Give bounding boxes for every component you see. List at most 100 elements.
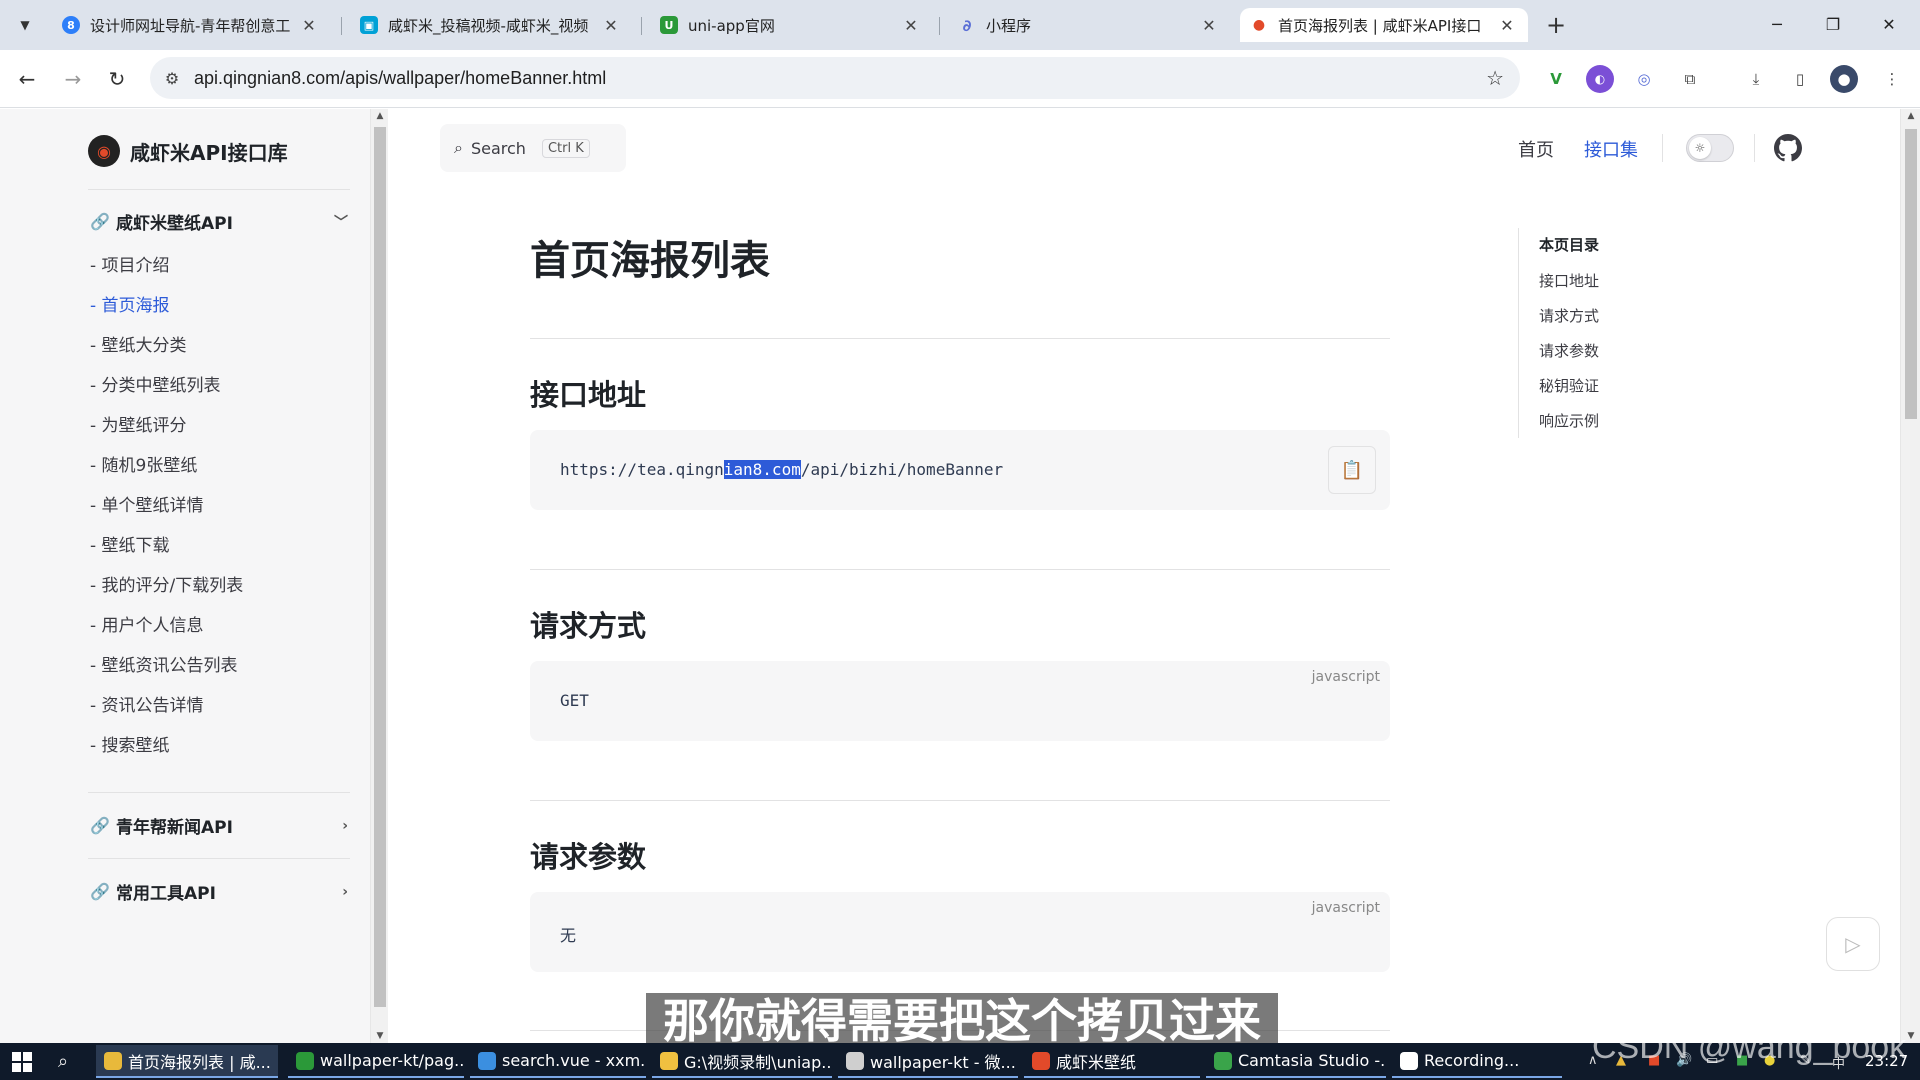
extension-icon[interactable]: ◎ [1630, 65, 1658, 93]
scroll-up-icon[interactable]: ▲ [1901, 111, 1920, 121]
sidebar-item[interactable]: - 壁纸下载 [90, 531, 170, 556]
site-info-icon[interactable]: ⚙ [150, 69, 194, 88]
url-text[interactable]: api.qingnian8.com/apis/wallpaper/homeBan… [194, 68, 606, 89]
reload-icon[interactable]: ↻ [100, 62, 134, 96]
search-shortcut: Ctrl K [541, 138, 590, 158]
page-scrollbar[interactable]: ▲ ▼ [1900, 109, 1920, 1043]
nav-divider [1754, 134, 1755, 162]
sidebar-item[interactable]: - 壁纸大分类 [90, 331, 187, 356]
sidebar-item[interactable]: - 资讯公告详情 [90, 691, 204, 716]
scroll-down-icon[interactable]: ▼ [371, 1031, 389, 1041]
sidebar-group-title: 青年帮新闻API [116, 818, 233, 838]
forward-icon[interactable]: → [56, 62, 90, 96]
tab-close-icon[interactable]: ✕ [600, 16, 622, 35]
sidebar-divider [88, 858, 350, 859]
restore-icon[interactable]: ❐ [1806, 8, 1860, 40]
scrollbar-thumb[interactable] [374, 127, 386, 1007]
sidebar-item[interactable]: - 首页海报 [90, 291, 170, 316]
taskbar-search-icon[interactable]: ⌕ [58, 1051, 68, 1072]
chevron-down-icon[interactable]: ﹀ [334, 212, 348, 232]
taskbar-task-label: 咸虾米壁纸 [1056, 1052, 1137, 1072]
toc-item[interactable]: 秘钥验证 [1539, 375, 1599, 396]
browser-tab-active[interactable]: ● 首页海报列表 | 咸虾米API接口 ✕ [1240, 8, 1528, 42]
browser-tab[interactable]: ▣ 咸虾米_投稿视频-咸虾米_视频 ✕ [350, 8, 632, 42]
sidebar-item[interactable]: - 分类中壁纸列表 [90, 371, 221, 396]
method-code[interactable]: GET [560, 691, 589, 710]
side-panel-icon[interactable]: ▯ [1786, 65, 1814, 93]
chevron-right-icon[interactable]: › [342, 818, 348, 834]
back-icon[interactable]: ← [10, 62, 44, 96]
endpoint-url-code[interactable]: https://tea.qingnian8.com/api/bizhi/home… [560, 460, 1003, 479]
sidebar-item[interactable]: - 我的评分/下载列表 [90, 571, 243, 596]
toc-item[interactable]: 请求方式 [1539, 305, 1599, 326]
floating-play-icon[interactable]: ▷ [1826, 917, 1880, 971]
new-tab-icon[interactable]: + [1542, 12, 1570, 40]
extension-icon[interactable]: ◐ [1586, 65, 1614, 93]
vue-devtools-extension-icon[interactable]: V [1542, 65, 1570, 93]
sidebar-item[interactable]: - 用户个人信息 [90, 611, 204, 636]
tab-close-icon[interactable]: ✕ [1198, 16, 1220, 35]
nav-link-home[interactable]: 首页 [1518, 136, 1554, 162]
scrollbar-thumb[interactable] [1905, 129, 1917, 419]
bookmark-star-icon[interactable]: ☆ [1486, 66, 1504, 90]
tab-favicon-icon: 8 [62, 16, 80, 34]
tab-search-dropdown-icon[interactable]: ▼ [10, 11, 40, 39]
taskbar-task[interactable]: wallpaper-kt - 微... [838, 1045, 1018, 1078]
windows-start-icon[interactable] [12, 1052, 32, 1072]
browser-tab[interactable]: U uni-app官网 ✕ [650, 8, 932, 42]
site-brand[interactable]: ◉ 咸虾米API接口库 [88, 135, 288, 167]
sidebar-item[interactable]: - 单个壁纸详情 [90, 491, 204, 516]
browser-menu-icon[interactable]: ⋮ [1878, 65, 1906, 93]
sidebar-item[interactable]: - 项目介绍 [90, 251, 170, 276]
theme-toggle[interactable]: ☼ [1686, 134, 1734, 162]
code-language-label: javascript [1311, 669, 1380, 685]
taskbar-task[interactable]: Camtasia Studio -... [1206, 1045, 1386, 1078]
tab-close-icon[interactable]: ✕ [900, 16, 922, 35]
scroll-up-icon[interactable]: ▲ [371, 111, 389, 121]
tab-divider [939, 17, 940, 35]
taskbar-task[interactable]: 咸虾米壁纸 [1024, 1045, 1200, 1078]
copy-clipboard-icon[interactable]: 📋 [1328, 446, 1376, 494]
nav-link-apis[interactable]: 接口集 [1584, 136, 1638, 162]
toc-item[interactable]: 请求参数 [1539, 340, 1599, 361]
toc-item[interactable]: 接口地址 [1539, 270, 1599, 291]
github-icon[interactable] [1774, 134, 1802, 162]
section-heading-method: 请求方式 [530, 609, 647, 643]
profile-avatar[interactable]: ● [1830, 65, 1858, 93]
sidebar-scrollbar[interactable]: ▲ ▼ [370, 109, 388, 1043]
sidebar-divider [88, 792, 350, 793]
sidebar-item[interactable]: - 为壁纸评分 [90, 411, 187, 436]
method-code-block: javascript GET [530, 661, 1390, 741]
chevron-right-icon[interactable]: › [342, 884, 348, 900]
endpoint-code-block: https://tea.qingnian8.com/api/bizhi/home… [530, 430, 1390, 510]
sidebar-group-wallpaper[interactable]: 🔗 咸虾米壁纸API ﹀ [90, 209, 348, 234]
extensions-puzzle-icon[interactable]: ⧉ [1676, 65, 1704, 93]
download-icon[interactable]: ⤓ [1742, 65, 1770, 93]
sidebar-item[interactable]: - 随机9张壁纸 [90, 451, 197, 476]
taskbar-task[interactable]: wallpaper-kt/pag... [288, 1045, 464, 1078]
search-button[interactable]: ⌕ Search Ctrl K [440, 124, 626, 172]
tab-close-icon[interactable]: ✕ [298, 16, 320, 35]
browser-tab[interactable]: 8 设计师网址导航-青年帮创意工 ✕ [52, 8, 330, 42]
browser-tab[interactable]: ∂ 小程序 ✕ [948, 8, 1230, 42]
section-divider [530, 569, 1390, 570]
taskbar-task[interactable]: search.vue - xxm... [470, 1045, 646, 1078]
sidebar-item[interactable]: - 壁纸资讯公告列表 [90, 651, 238, 676]
section-divider [530, 338, 1390, 339]
taskbar-task[interactable]: 首页海报列表 | 咸... [96, 1045, 278, 1078]
taskbar-task-label: wallpaper-kt/pag... [320, 1051, 464, 1070]
sidebar-group-news[interactable]: 🔗 青年帮新闻API › [90, 813, 348, 838]
sidebar-item[interactable]: - 搜索壁纸 [90, 731, 170, 756]
taskbar-app-icon [846, 1051, 864, 1070]
taskbar-task[interactable]: G:\视频录制\uniap... [652, 1045, 832, 1078]
tab-close-icon[interactable]: ✕ [1496, 16, 1518, 35]
address-bar[interactable]: ⚙ api.qingnian8.com/apis/wallpaper/homeB… [150, 57, 1520, 99]
minimize-icon[interactable]: ─ [1750, 8, 1804, 40]
close-window-icon[interactable]: ✕ [1862, 8, 1916, 40]
toc-item[interactable]: 响应示例 [1539, 410, 1599, 431]
params-code[interactable]: 无 [560, 922, 576, 946]
tab-favicon-icon: U [660, 16, 678, 34]
sidebar-group-tools[interactable]: 🔗 常用工具API › [90, 879, 348, 904]
taskbar-task[interactable]: Recording... [1392, 1045, 1562, 1078]
docs-sidebar: ◉ 咸虾米API接口库 🔗 咸虾米壁纸API ﹀ - 项目介绍 - 首页海报 - 壁… [0, 109, 370, 1043]
